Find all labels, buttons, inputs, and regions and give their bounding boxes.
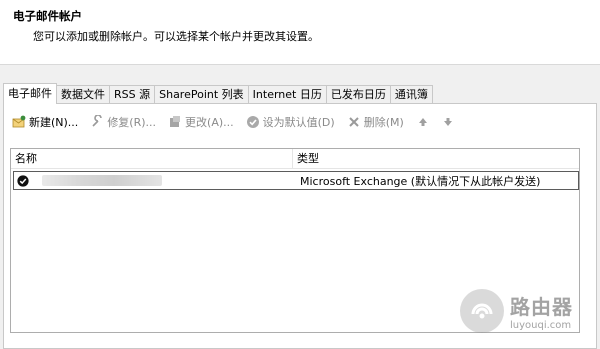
tab-bar: 电子邮件 数据文件 RSS 源 SharePoint 列表 Internet 日…	[3, 83, 433, 104]
watermark-brand: 路由器	[510, 295, 573, 319]
change-label: 更改(A)...	[185, 116, 234, 129]
account-type-cell: Microsoft Exchange (默认情况下从此帐户发送)	[300, 174, 541, 188]
tab-internet-calendars[interactable]: Internet 日历	[247, 85, 327, 104]
change-button[interactable]: 更改(A)...	[166, 112, 236, 132]
arrow-down-icon	[441, 115, 455, 129]
watermark-site: luyouqi.com	[510, 320, 572, 331]
column-header-name[interactable]: 名称	[11, 149, 293, 168]
dialog-header: 电子邮件帐户 您可以添加或删除帐户。可以选择某个帐户并更改其设置。	[0, 0, 600, 65]
new-account-label: 新建(N)...	[29, 116, 79, 129]
move-up-button[interactable]	[414, 112, 435, 132]
tab-rss-feeds[interactable]: RSS 源	[109, 85, 156, 104]
delete-label: 删除(M)	[363, 116, 404, 129]
check-circle-icon	[246, 115, 260, 129]
arrow-up-icon	[416, 115, 430, 129]
page-title: 电子邮件帐户	[13, 9, 82, 23]
repair-button[interactable]: 修复(R)...	[88, 112, 158, 132]
move-down-button[interactable]	[439, 112, 460, 132]
list-header: 名称 类型	[11, 149, 579, 169]
tab-data-files[interactable]: 数据文件	[56, 85, 110, 104]
tab-published-calendars[interactable]: 已发布日历	[325, 85, 391, 104]
router-logo-icon	[460, 289, 504, 333]
delete-button[interactable]: 删除(M)	[345, 112, 406, 132]
new-account-icon	[12, 115, 26, 129]
set-default-button[interactable]: 设为默认值(D)	[244, 112, 337, 132]
default-account-check-icon	[16, 174, 30, 188]
account-name-redacted	[42, 175, 162, 186]
new-account-button[interactable]: 新建(N)...	[10, 112, 80, 132]
column-header-type[interactable]: 类型	[293, 149, 579, 168]
tab-email[interactable]: 电子邮件	[3, 83, 57, 104]
delete-x-icon	[347, 115, 361, 129]
change-icon	[168, 115, 182, 129]
tab-address-books[interactable]: 通讯簿	[389, 85, 433, 104]
watermark: 路由器 luyouqi.com	[460, 284, 600, 338]
watermark-text: 路由器 luyouqi.com	[510, 291, 573, 331]
page-subtitle: 您可以添加或删除帐户。可以选择某个帐户并更改其设置。	[33, 30, 319, 43]
repair-label: 修复(R)...	[107, 116, 157, 129]
tab-sharepoint-lists[interactable]: SharePoint 列表	[154, 85, 249, 104]
account-name-cell	[32, 172, 300, 189]
account-row[interactable]: Microsoft Exchange (默认情况下从此帐户发送)	[13, 171, 579, 190]
wrench-icon	[90, 115, 104, 129]
account-toolbar: 新建(N)... 修复(R)... 更改(A)... 设为默认值(D) 删除(M…	[10, 112, 464, 132]
set-default-label: 设为默认值(D)	[262, 116, 335, 129]
